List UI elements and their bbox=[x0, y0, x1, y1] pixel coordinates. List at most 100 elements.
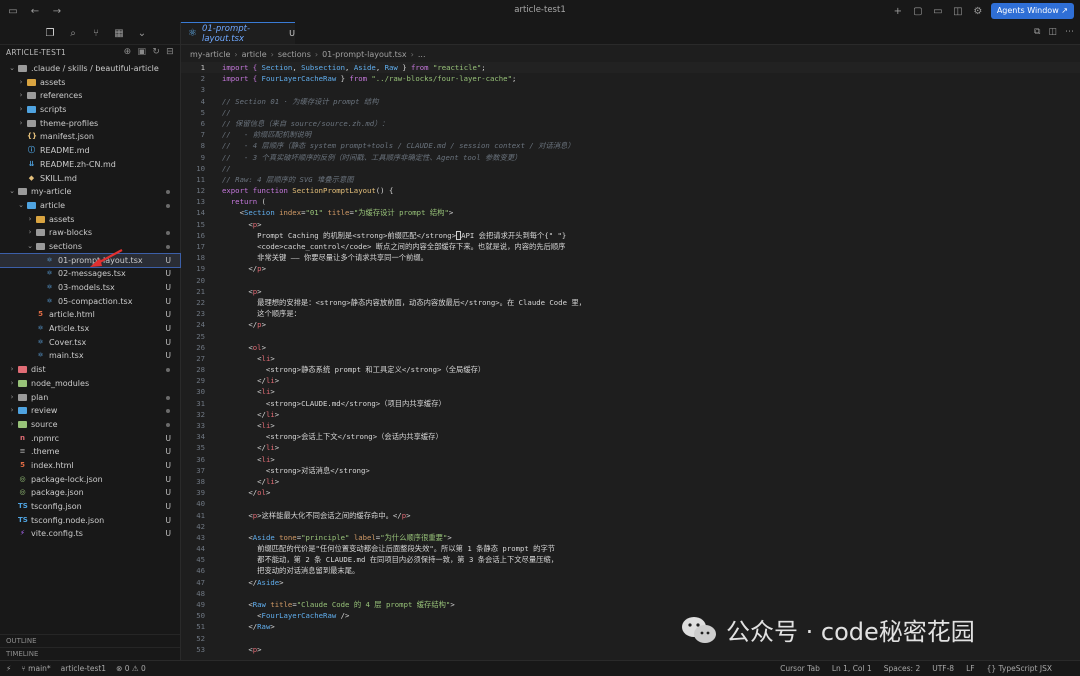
tree-file[interactable]: ⓘ README.md bbox=[0, 144, 180, 158]
breadcrumb-item[interactable]: my-article bbox=[190, 50, 230, 59]
tree-file[interactable]: TS tsconfig.json U bbox=[0, 500, 180, 514]
problems-count[interactable]: ⊗ 0 ⚠ 0 bbox=[116, 664, 146, 673]
tree-folder[interactable]: › source bbox=[0, 418, 180, 432]
code-line[interactable]: 26 <ol> bbox=[181, 342, 1080, 353]
code-line[interactable]: 25 bbox=[181, 331, 1080, 342]
code-line[interactable]: 4 // Section 01 · 为缓存设计 prompt 结构 bbox=[181, 96, 1080, 107]
code-line[interactable]: 34 <strong>会话上下文</strong>（会话内共享缓存） bbox=[181, 431, 1080, 442]
code-line[interactable]: 36 <li> bbox=[181, 454, 1080, 465]
tree-file[interactable]: ⚛ Cover.tsx U bbox=[0, 336, 180, 350]
tree-file[interactable]: TS tsconfig.node.json U bbox=[0, 514, 180, 528]
agents-window-button[interactable]: Agents Window ↗ bbox=[990, 3, 1074, 19]
code-line[interactable]: 41 <p>这样能最大化不同会话之间的缓存命中。</p> bbox=[181, 510, 1080, 521]
timeline-section[interactable]: TIMELINE bbox=[0, 647, 180, 660]
tree-file[interactable]: ⚛ main.tsx U bbox=[0, 349, 180, 363]
code-line[interactable]: 18 非常关键 —— 你要尽量让多个请求共享同一个前缀。 bbox=[181, 252, 1080, 263]
code-line[interactable]: 49 <Raw title="Claude Code 的 4 层 prompt … bbox=[181, 599, 1080, 610]
status-item[interactable]: Spaces: 2 bbox=[884, 664, 920, 673]
code-line[interactable]: 8 // - 4 层顺序（静态 system prompt+tools / CLA… bbox=[181, 140, 1080, 151]
tab-01-prompt-layout[interactable]: ⚛ 01-prompt-layout.tsx U bbox=[181, 22, 295, 44]
extensions-icon[interactable]: ▦ bbox=[113, 27, 125, 39]
tree-file[interactable]: {} manifest.json bbox=[0, 130, 180, 144]
code-line[interactable]: 7 // - 前缀匹配机制说明 bbox=[181, 129, 1080, 140]
split-icon[interactable]: ◫ bbox=[951, 4, 965, 18]
code-line[interactable]: 44 前缀匹配的代价是"任何位置变动都会让后面整段失效"。所以第 1 条静态 p… bbox=[181, 543, 1080, 554]
code-line[interactable]: 9 // - 3 个真实破坏顺序的反例（时间戳、工具顺序非确定性、Agent to… bbox=[181, 152, 1080, 163]
code-line[interactable]: 23 这个顺序是： bbox=[181, 308, 1080, 319]
code-line[interactable]: 48 bbox=[181, 588, 1080, 599]
chevron-right-icon[interactable]: › bbox=[17, 89, 25, 103]
tree-folder[interactable]: ⌄ .claude / skills / beautiful-article bbox=[0, 62, 180, 76]
chevron-down-icon[interactable]: ⌄ bbox=[136, 27, 148, 39]
code-line[interactable]: 43 <Aside tone="principle" label="为什么顺序很… bbox=[181, 532, 1080, 543]
tree-file[interactable]: ≡ .theme U bbox=[0, 445, 180, 459]
tree-folder[interactable]: › assets bbox=[0, 213, 180, 227]
project-name[interactable]: article-test1 bbox=[61, 664, 106, 673]
code-line[interactable]: 13 return ( bbox=[181, 196, 1080, 207]
more-icon[interactable]: ⋯ bbox=[1065, 27, 1074, 37]
tree-file[interactable]: ⚡ vite.config.ts U bbox=[0, 527, 180, 541]
tree-folder[interactable]: ⌄ my-article bbox=[0, 185, 180, 199]
tree-file[interactable]: ◎ package-lock.json U bbox=[0, 473, 180, 487]
code-line[interactable]: 12 export function SectionPromptLayout() … bbox=[181, 185, 1080, 196]
chevron-down-icon[interactable]: ⌄ bbox=[17, 199, 25, 213]
status-item[interactable]: {} TypeScript JSX bbox=[987, 664, 1052, 673]
code-line[interactable]: 1 import { Section, Subsection, Aside, Ra… bbox=[181, 62, 1080, 74]
tree-file[interactable]: ◆ SKILL.md bbox=[0, 172, 180, 186]
panel-icon[interactable]: ▭ bbox=[931, 4, 945, 18]
chevron-right-icon[interactable]: › bbox=[26, 226, 34, 240]
code-line[interactable]: 10 // bbox=[181, 163, 1080, 174]
new-folder-icon[interactable]: ▣ bbox=[138, 47, 147, 57]
collapse-all-icon[interactable]: ⊟ bbox=[166, 47, 174, 57]
files-icon[interactable]: ❐ bbox=[44, 27, 56, 39]
breadcrumb-item[interactable]: article bbox=[242, 50, 267, 59]
code-line[interactable]: 24 </p> bbox=[181, 319, 1080, 330]
split-editor-icon[interactable]: ◫ bbox=[1048, 27, 1057, 37]
code-line[interactable]: 33 <li> bbox=[181, 420, 1080, 431]
code-line[interactable]: 5 // bbox=[181, 107, 1080, 118]
tree-folder[interactable]: › references bbox=[0, 89, 180, 103]
code-line[interactable]: 6 // 保留信息（来自 source/source.zh.md）： bbox=[181, 118, 1080, 129]
code-line[interactable]: 30 <li> bbox=[181, 386, 1080, 397]
tree-folder[interactable]: ⌄ article bbox=[0, 199, 180, 213]
code-line[interactable]: 2 import { FourLayerCacheRaw } from "../r… bbox=[181, 73, 1080, 84]
tree-folder[interactable]: › assets bbox=[0, 76, 180, 90]
chevron-right-icon[interactable]: › bbox=[8, 404, 16, 418]
code-view[interactable]: 1 import { Section, Subsection, Aside, Ra… bbox=[181, 62, 1080, 655]
search-icon[interactable]: ⌕ bbox=[67, 27, 79, 39]
code-line[interactable]: 11 // Raw: 4 层顺序的 SVG 堆叠示意图 bbox=[181, 174, 1080, 185]
compare-icon[interactable]: ⧉ bbox=[1034, 27, 1040, 37]
code-line[interactable]: 15 <p> bbox=[181, 219, 1080, 230]
gear-icon[interactable]: ⚙ bbox=[971, 4, 985, 18]
code-line[interactable]: 14 <Section index="01" title="为缓存设计 prom… bbox=[181, 207, 1080, 218]
plus-icon[interactable]: + bbox=[891, 4, 905, 18]
status-item[interactable]: UTF-8 bbox=[932, 664, 954, 673]
code-line[interactable]: 40 bbox=[181, 498, 1080, 509]
code-line[interactable]: 29 </li> bbox=[181, 375, 1080, 386]
code-line[interactable]: 47 </Aside> bbox=[181, 577, 1080, 588]
tree-folder[interactable]: › raw-blocks bbox=[0, 226, 180, 240]
tree-file[interactable]: n .npmrc U bbox=[0, 432, 180, 446]
outline-section[interactable]: OUTLINE bbox=[0, 634, 180, 647]
code-line[interactable]: 38 </li> bbox=[181, 476, 1080, 487]
breadcrumb-item[interactable]: ... bbox=[418, 50, 426, 59]
code-line[interactable]: 27 <li> bbox=[181, 353, 1080, 364]
code-line[interactable]: 28 <strong>静态系统 prompt 和工具定义</strong>（全局… bbox=[181, 364, 1080, 375]
tree-folder[interactable]: › review bbox=[0, 404, 180, 418]
tree-folder[interactable]: › dist bbox=[0, 363, 180, 377]
refresh-icon[interactable]: ↻ bbox=[152, 47, 160, 57]
tree-folder[interactable]: › theme-profiles bbox=[0, 117, 180, 131]
tree-folder[interactable]: › node_modules bbox=[0, 377, 180, 391]
chevron-right-icon[interactable]: › bbox=[26, 213, 34, 227]
tree-file[interactable]: 5 index.html U bbox=[0, 459, 180, 473]
tree-file[interactable]: ⚛ 02-messages.tsx U bbox=[0, 267, 180, 281]
chevron-right-icon[interactable]: › bbox=[17, 117, 25, 131]
chevron-down-icon[interactable]: ⌄ bbox=[8, 62, 16, 76]
remote-icon[interactable]: ⚡ bbox=[6, 664, 11, 673]
code-line[interactable]: 16 Prompt Caching 的机制是<strong>前缀匹配</stro… bbox=[181, 230, 1080, 241]
branch-item[interactable]: ⑂ main* bbox=[21, 664, 50, 673]
tree-file[interactable]: ◎ package.json U bbox=[0, 486, 180, 500]
source-control-icon[interactable]: ⑂ bbox=[90, 27, 102, 39]
tree-folder[interactable]: › plan bbox=[0, 391, 180, 405]
breadcrumb-item[interactable]: sections bbox=[278, 50, 311, 59]
